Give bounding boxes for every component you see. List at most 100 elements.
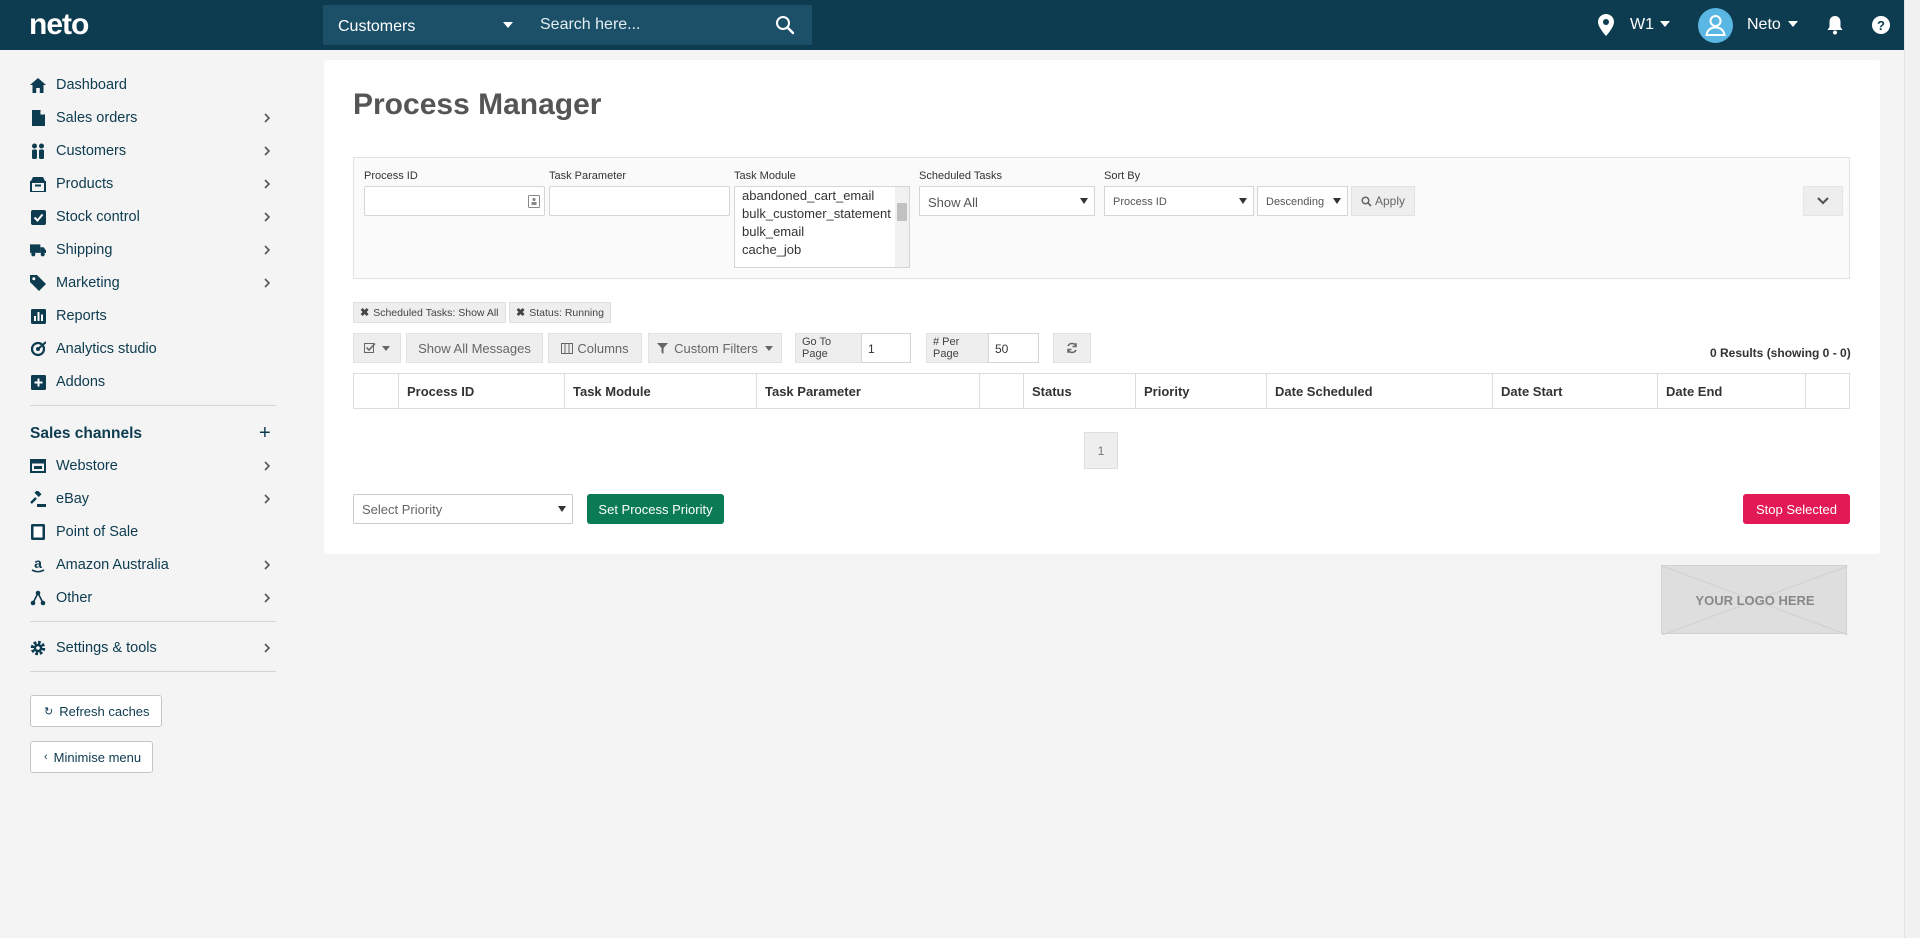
sidebar-item-addons[interactable]: Addons <box>30 370 276 394</box>
box-icon <box>30 176 46 192</box>
task-module-option[interactable]: bulk_email <box>735 223 909 241</box>
refresh-caches-button[interactable]: ↻ Refresh caches <box>30 695 162 727</box>
sidebar-item-point-of-sale[interactable]: Point of Sale <box>30 520 276 544</box>
task-module-option[interactable]: bulk_customer_statement <box>735 205 909 223</box>
page-scrollbar[interactable] <box>1904 0 1920 938</box>
user-menu[interactable]: Neto <box>1747 16 1781 34</box>
columns-button[interactable]: Columns <box>548 333 642 363</box>
sidebar-item-customers[interactable]: Customers <box>30 139 276 163</box>
toggle-filters-button[interactable] <box>1803 186 1843 216</box>
sidebar-item-analytics-studio[interactable]: Analytics studio <box>30 337 276 361</box>
sidebar-item-dashboard[interactable]: Dashboard <box>30 73 276 97</box>
sort-by-select[interactable]: Process ID <box>1104 186 1254 216</box>
per-page-input[interactable]: 50 <box>988 333 1039 363</box>
sidebar-item-amazon-australia[interactable]: a Amazon Australia <box>30 553 276 577</box>
column-header-process-id[interactable]: Process ID <box>398 374 564 408</box>
add-channel-icon[interactable]: + <box>259 423 271 443</box>
apply-filters-button[interactable]: Apply <box>1351 186 1415 216</box>
sidebar-item-label: Settings & tools <box>56 640 157 656</box>
filter-icon <box>657 342 669 354</box>
column-header-date-scheduled[interactable]: Date Scheduled <box>1266 374 1492 408</box>
priority-select[interactable]: Select Priority <box>353 494 573 524</box>
column-header-priority[interactable]: Priority <box>1135 374 1266 408</box>
search-scope-dropdown[interactable]: Customers <box>323 5 529 45</box>
sidebar-item-label: Marketing <box>56 275 120 291</box>
page-title: Process Manager <box>353 88 602 121</box>
process-id-input[interactable] <box>364 186 545 216</box>
share-icon <box>30 590 46 606</box>
column-header-date-end[interactable]: Date End <box>1657 374 1805 408</box>
chevron-right-icon <box>264 494 270 504</box>
task-module-label: Task Module <box>734 170 796 182</box>
sidebar-item-shipping[interactable]: Shipping <box>30 238 276 262</box>
map-pin-icon[interactable] <box>1598 14 1614 36</box>
active-filter-label: Status: Running <box>529 306 604 319</box>
task-module-listbox[interactable]: abandoned_cart_email bulk_customer_state… <box>734 186 910 268</box>
location-selector[interactable]: W1 <box>1630 16 1654 34</box>
sidebar-item-ebay[interactable]: eBay <box>30 487 276 511</box>
refresh-button[interactable] <box>1053 333 1091 363</box>
tag-icon <box>30 275 46 291</box>
logo-placeholder-text: YOUR LOGO HERE <box>1695 593 1815 608</box>
chevron-right-icon <box>264 245 270 255</box>
show-all-messages-button[interactable]: Show All Messages <box>406 333 543 363</box>
document-icon <box>30 110 46 126</box>
sidebar-item-marketing[interactable]: Marketing <box>30 271 276 295</box>
minimise-menu-button[interactable]: ‹ Minimise menu <box>30 741 154 773</box>
sidebar-item-sales-orders[interactable]: Sales orders <box>30 106 276 130</box>
active-filter-tag[interactable]: ✖ Status: Running <box>509 302 611 323</box>
column-header-status[interactable]: Status <box>1023 374 1135 408</box>
caret-down-icon <box>1660 21 1670 27</box>
custom-filters-button[interactable]: Custom Filters <box>648 333 782 363</box>
sidebar-item-webstore[interactable]: Webstore <box>30 454 276 478</box>
priority-select-placeholder: Select Priority <box>362 502 443 517</box>
checkbox-icon <box>364 342 376 353</box>
go-to-page-input[interactable]: 1 <box>861 333 911 363</box>
process-table-header: Process ID Task Module Task Parameter St… <box>353 373 1850 409</box>
active-filter-tag[interactable]: ✖ Scheduled Tasks: Show All <box>353 302 506 323</box>
sidebar-item-products[interactable]: Products <box>30 172 276 196</box>
sidebar-item-other[interactable]: Other <box>30 586 276 610</box>
bulk-select-button[interactable] <box>353 333 401 363</box>
task-module-option[interactable]: cache_job <box>735 241 909 259</box>
sidebar-divider <box>30 671 276 672</box>
bell-icon[interactable] <box>1826 15 1844 35</box>
listbox-scroll-thumb[interactable] <box>897 203 907 221</box>
user-avatar[interactable] <box>1698 8 1733 43</box>
remove-filter-icon[interactable]: ✖ <box>360 306 369 319</box>
neto-logo[interactable]: neto <box>29 10 89 40</box>
chevron-right-icon <box>264 560 270 570</box>
custom-filters-label: Custom Filters <box>674 340 758 356</box>
column-header-task-module[interactable]: Task Module <box>564 374 756 408</box>
chevron-down-icon <box>1817 197 1829 205</box>
stop-selected-button[interactable]: Stop Selected <box>1743 494 1850 524</box>
help-icon[interactable]: ? <box>1871 15 1891 35</box>
listbox-scrollbar[interactable] <box>895 187 909 267</box>
home-icon <box>30 77 46 93</box>
column-header-date-start[interactable]: Date Start <box>1492 374 1657 408</box>
remove-filter-icon[interactable]: ✖ <box>516 306 525 319</box>
sidebar-item-stock-control[interactable]: Stock control <box>30 205 276 229</box>
task-parameter-label: Task Parameter <box>549 170 627 182</box>
truck-icon <box>30 242 46 258</box>
sort-order-select[interactable]: Descending <box>1257 186 1348 216</box>
task-module-option[interactable]: abandoned_cart_email <box>735 187 909 205</box>
caret-down-icon <box>764 345 773 351</box>
sidebar-divider <box>30 621 276 622</box>
task-parameter-input[interactable] <box>549 186 730 216</box>
caret-down-icon <box>558 506 566 512</box>
sort-by-label: Sort By <box>1104 170 1141 182</box>
pagination-page[interactable]: 1 <box>1084 432 1118 469</box>
sidebar-item-reports[interactable]: Reports <box>30 304 276 328</box>
sidebar-item-settings-tools[interactable]: Settings & tools <box>30 636 276 660</box>
scheduled-tasks-select[interactable]: Show All <box>919 186 1095 216</box>
set-process-priority-button[interactable]: Set Process Priority <box>587 494 724 524</box>
caret-down-icon <box>1333 198 1341 204</box>
search-icon[interactable] <box>775 15 795 35</box>
contact-card-icon <box>528 195 540 208</box>
people-icon <box>30 143 46 159</box>
search-input[interactable] <box>529 5 769 45</box>
select-column-header[interactable] <box>354 374 398 408</box>
column-header-task-parameter[interactable]: Task Parameter <box>756 374 979 408</box>
sidebar-item-label: Analytics studio <box>56 341 157 357</box>
